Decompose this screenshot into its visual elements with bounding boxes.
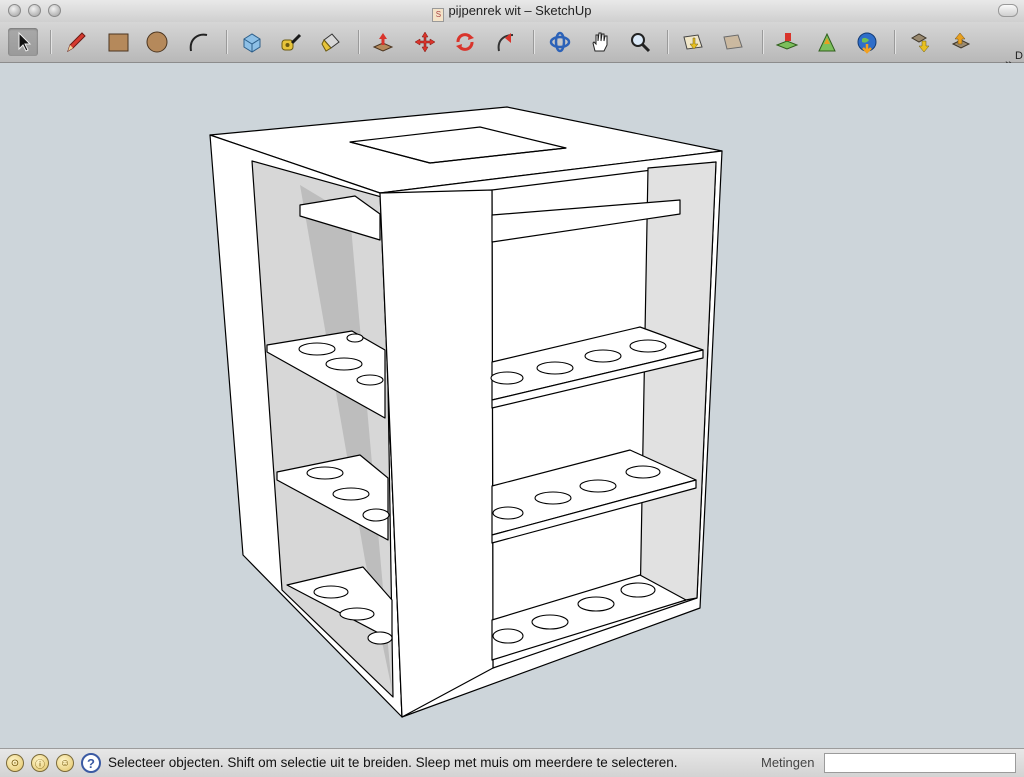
arc-icon	[189, 33, 208, 52]
toolbar-toggle-button[interactable]	[998, 4, 1018, 17]
hand-icon	[592, 32, 608, 52]
toolbar-separator	[667, 30, 669, 54]
pencil-icon	[67, 32, 86, 53]
credits-icon[interactable]: ⓘ	[31, 754, 49, 772]
component-icon	[243, 33, 261, 53]
previous-view-tool[interactable]	[678, 28, 708, 56]
rotate-icon	[456, 33, 474, 51]
drawing-viewport[interactable]	[0, 63, 1024, 748]
add-location-tool[interactable]	[772, 28, 802, 56]
toolbar-separator	[50, 30, 52, 54]
tape-measure-tool[interactable]	[276, 28, 306, 56]
window-title-container: Spijpenrek wit – SketchUp	[0, 3, 1024, 22]
get-models-icon	[910, 33, 930, 53]
next-view-icon	[723, 34, 743, 50]
pan-tool[interactable]	[585, 28, 615, 56]
orbit-tool[interactable]	[545, 28, 575, 56]
toolbar-separator	[762, 30, 764, 54]
help-icon[interactable]: ?	[81, 753, 101, 773]
user-icon[interactable]: ☺	[56, 754, 74, 772]
toolbar-overflow-letter: D	[1015, 50, 1023, 62]
make-component-tool[interactable]	[237, 28, 267, 56]
follow-me-icon	[497, 33, 514, 52]
circle-icon	[146, 31, 168, 53]
window-title: pijpenrek wit – SketchUp	[448, 3, 592, 18]
pencil-tool[interactable]	[61, 28, 91, 56]
toggle-terrain-tool[interactable]	[812, 28, 842, 56]
previous-view-icon	[683, 34, 703, 50]
paint-bucket-icon	[321, 33, 340, 52]
terrain-icon	[818, 32, 836, 52]
geo-location-icon[interactable]: ⊙	[6, 754, 24, 772]
rectangle-tool[interactable]	[103, 28, 133, 56]
globe-icon	[857, 32, 877, 54]
magnifier-icon	[631, 33, 651, 53]
tape-measure-icon	[281, 33, 302, 51]
paint-bucket-tool[interactable]	[316, 28, 346, 56]
toolbar-separator	[533, 30, 535, 54]
pipe-rack-model[interactable]	[0, 63, 1024, 748]
google-earth-tool[interactable]	[852, 28, 882, 56]
move-tool[interactable]	[410, 28, 440, 56]
measurements-input[interactable]	[824, 753, 1016, 773]
move-icon	[414, 31, 436, 53]
toolbar-separator	[358, 30, 360, 54]
title-bar: Spijpenrek wit – SketchUp	[0, 0, 1024, 23]
get-models-tool[interactable]	[906, 28, 936, 56]
toolbar-separator	[894, 30, 896, 54]
toolbar-separator	[226, 30, 228, 54]
document-icon: S	[432, 8, 445, 22]
follow-me-tool[interactable]	[490, 28, 520, 56]
circle-tool[interactable]	[142, 28, 172, 56]
arrow-cursor-icon	[18, 31, 32, 52]
main-toolbar: » D	[0, 22, 1024, 71]
status-message: Selecteer objecten. Shift om selectie ui…	[108, 755, 678, 770]
rotate-tool[interactable]	[450, 28, 480, 56]
status-bar: ⊙ ⓘ ☺ ? Selecteer objecten. Shift om sel…	[0, 748, 1024, 777]
select-tool[interactable]	[8, 28, 38, 56]
push-pull-tool[interactable]	[368, 28, 398, 56]
orbit-icon	[549, 31, 571, 53]
zoom-tool[interactable]	[625, 28, 655, 56]
share-model-icon	[951, 32, 971, 49]
rectangle-icon	[108, 33, 129, 52]
arc-tool[interactable]	[183, 28, 213, 56]
share-model-tool[interactable]	[946, 28, 976, 56]
next-view-tool[interactable]	[718, 28, 748, 56]
location-icon	[775, 33, 799, 50]
measurements-label: Metingen	[761, 755, 815, 770]
push-pull-icon	[372, 33, 394, 52]
